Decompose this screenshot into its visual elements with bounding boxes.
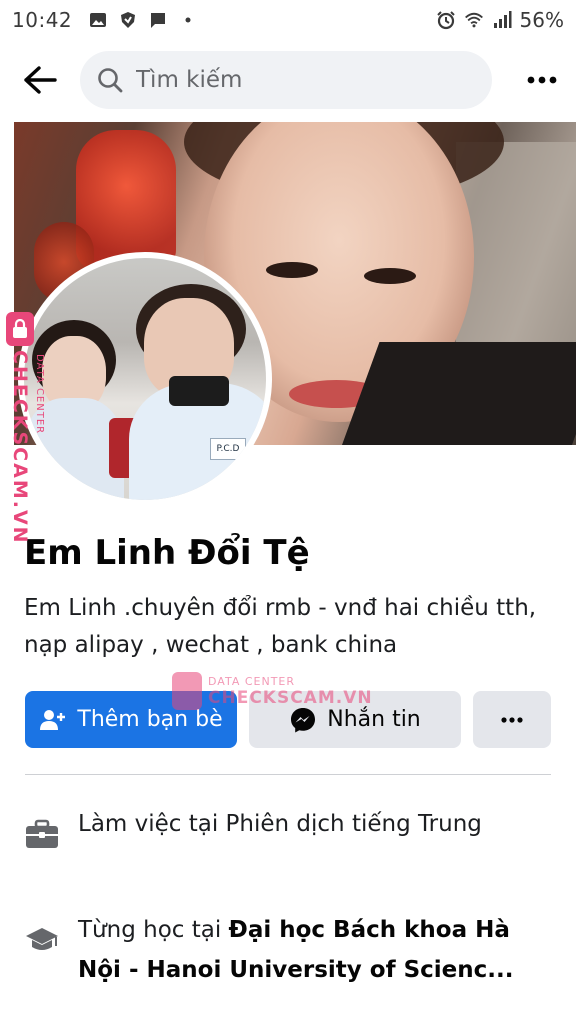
graduation-cap-icon xyxy=(24,922,60,958)
search-icon xyxy=(98,68,123,93)
education-text: Từng học tại Đại học Bách khoa Hà Nội - … xyxy=(78,910,548,990)
watermark-brand-vertical: CHECKSCAM.VN xyxy=(9,350,31,545)
search-bar[interactable] xyxy=(80,51,492,109)
more-dots-icon xyxy=(501,716,523,723)
more-dots-icon xyxy=(527,76,557,84)
watermark-brand-horizontal: CHECKSCAM.VN xyxy=(208,687,373,708)
message-icon xyxy=(148,10,168,30)
more-options-button[interactable] xyxy=(522,60,562,100)
status-left-icons xyxy=(88,10,198,30)
signal-icon xyxy=(492,10,512,30)
status-time: 10:42 xyxy=(12,8,73,32)
profile-name: Em Linh Đổi Tệ xyxy=(24,533,310,573)
watermark-text-group: DATA CENTER CHECKSCAM.VN xyxy=(208,675,373,708)
arrow-left-icon xyxy=(24,66,57,94)
watermark-vertical: CHECKSCAM.VN xyxy=(4,312,36,545)
info-row-education: Từng học tại Đại học Bách khoa Hà Nội - … xyxy=(24,910,554,990)
section-divider xyxy=(25,774,551,775)
wifi-icon xyxy=(464,10,484,30)
battery-percent: 56% xyxy=(519,8,564,32)
status-bar: 10:42 56% xyxy=(0,0,576,40)
work-text: Làm việc tại Phiên dịch tiếng Trung xyxy=(78,811,482,837)
profile-bio: Em Linh .chuyên đổi rmb - vnđ hai chiều … xyxy=(24,595,537,658)
avatar: P.C.D xyxy=(24,258,266,500)
cover-eye-left xyxy=(266,262,318,278)
add-friend-icon xyxy=(40,709,66,730)
briefcase-icon xyxy=(24,816,60,852)
search-input[interactable] xyxy=(136,67,456,93)
alarm-icon xyxy=(436,10,456,30)
education-prefix: Từng học tại xyxy=(78,917,229,943)
watermark-sub-horizontal: DATA CENTER xyxy=(208,674,296,688)
gallery-icon xyxy=(88,10,108,30)
top-bar xyxy=(0,48,576,112)
profile-more-button[interactable] xyxy=(473,691,551,748)
message-label: Nhắn tin xyxy=(327,707,421,732)
shield-icon xyxy=(118,10,138,30)
profile-picture[interactable]: P.C.D xyxy=(18,252,272,506)
watermark-logo-icon xyxy=(6,312,34,346)
cover-eye-right xyxy=(364,268,416,284)
dot-icon xyxy=(178,10,198,30)
watermark-lock-icon xyxy=(172,672,202,710)
back-button[interactable] xyxy=(20,60,60,100)
status-right-icons: 56% xyxy=(436,8,564,32)
watermark-horizontal: DATA CENTER CHECKSCAM.VN xyxy=(172,672,373,710)
info-row-work: Làm việc tại Phiên dịch tiếng Trung xyxy=(24,804,554,852)
watermark-sub-vertical: DATA CENTER xyxy=(34,354,45,435)
avatar-turtleneck xyxy=(169,376,229,406)
add-friend-label: Thêm bạn bè xyxy=(77,707,223,732)
avatar-uniform-badge: P.C.D xyxy=(210,438,246,460)
